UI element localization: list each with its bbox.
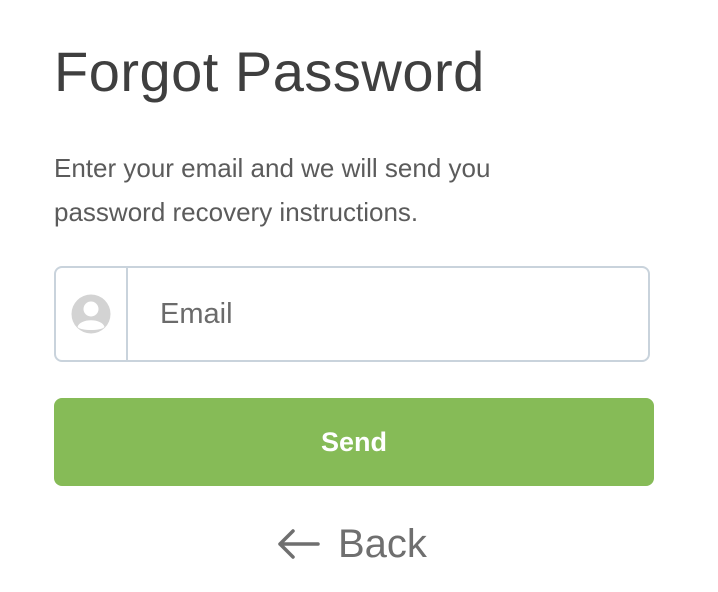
back-link[interactable]: Back <box>276 518 427 570</box>
send-button[interactable]: Send <box>54 398 654 486</box>
email-input[interactable] <box>128 268 648 360</box>
arrow-left-icon <box>278 529 320 559</box>
page-description: Enter your email and we will send you pa… <box>54 153 491 227</box>
user-avatar-icon <box>71 294 111 334</box>
email-input-group <box>54 266 650 362</box>
page-title: Forgot Password <box>54 40 485 103</box>
email-addon <box>56 268 128 360</box>
forgot-password-page: Forgot Password Enter your email and we … <box>0 0 718 592</box>
back-label: Back <box>338 521 427 566</box>
